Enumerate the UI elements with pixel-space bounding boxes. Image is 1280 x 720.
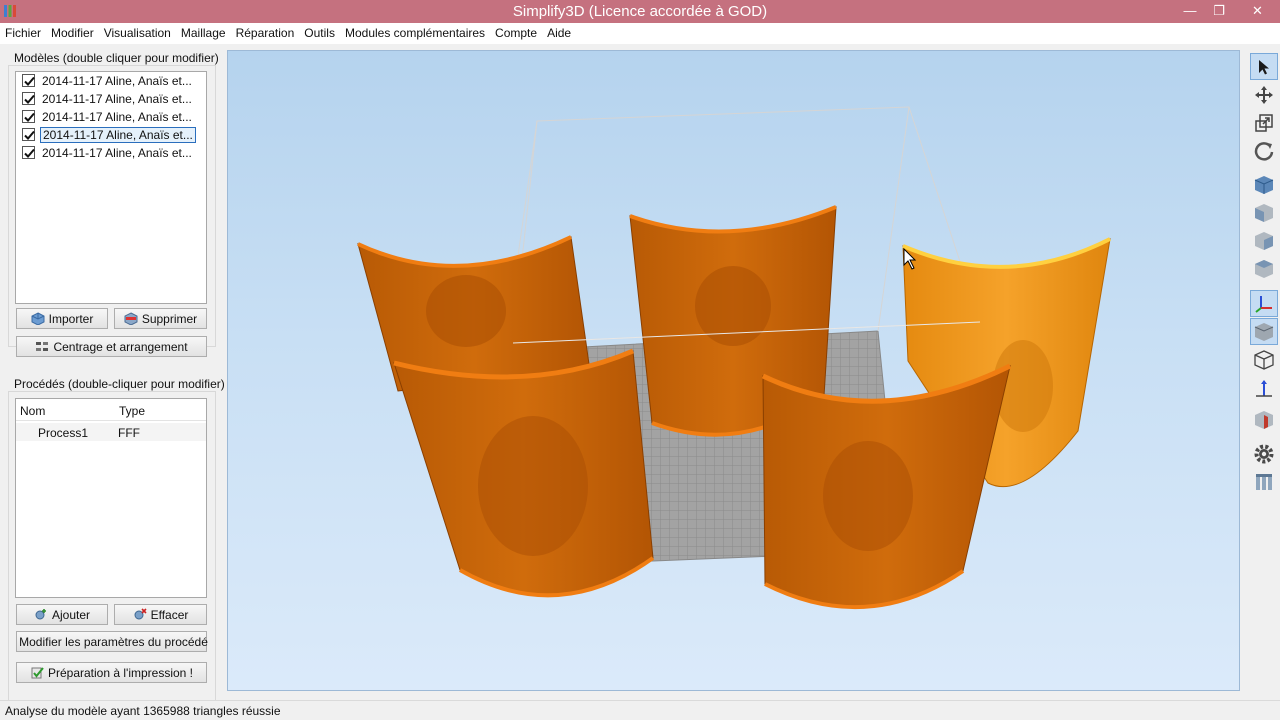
model-list-item[interactable]: 2014-11-17 Aline, Anaïs et... <box>22 72 194 89</box>
model-visibility-checkbox[interactable] <box>22 128 35 141</box>
process-name: Process1 <box>38 426 89 440</box>
select-tool-button[interactable] <box>1250 53 1278 80</box>
remove-process-button[interactable]: Effacer <box>114 604 207 625</box>
process-type: FFF <box>118 426 140 440</box>
close-button[interactable]: ✕ <box>1235 0 1280 23</box>
model-visibility-checkbox[interactable] <box>22 146 35 159</box>
prepare-print-label: Préparation à l'impression ! <box>47 665 194 680</box>
wireframe-view-button[interactable] <box>1250 346 1278 373</box>
menu-modules[interactable]: Modules complémentaires <box>340 23 490 44</box>
model-label: 2014-11-17 Aline, Anaïs et... <box>40 126 196 143</box>
add-process-label: Ajouter <box>51 607 91 622</box>
model-label: 2014-11-17 Aline, Anaïs et... <box>42 109 192 124</box>
view-default-icon <box>1254 175 1274 194</box>
model-list-item[interactable]: 2014-11-17 Aline, Anaïs et... <box>22 144 194 161</box>
select-icon <box>1259 59 1269 74</box>
normals-view-button[interactable] <box>1250 374 1278 401</box>
rotate-tool-button[interactable] <box>1250 137 1278 164</box>
menu-compte[interactable]: Compte <box>490 23 542 44</box>
center-arrange-label: Centrage et arrangement <box>53 339 188 354</box>
model-list-item[interactable]: 2014-11-17 Aline, Anaïs et... <box>22 108 194 125</box>
status-text: Analyse du modèle ayant 1365988 triangle… <box>5 704 281 718</box>
remove-process-label: Effacer <box>150 607 189 622</box>
add-process-button[interactable]: Ajouter <box>16 604 108 625</box>
import-button[interactable]: Importer <box>16 308 108 329</box>
menu-reparation[interactable]: Réparation <box>231 23 300 44</box>
axes-icon <box>1255 295 1272 313</box>
column-type-header[interactable]: Type <box>119 404 145 418</box>
processes-section-title: Procédés (double-cliquer pour modifier) <box>14 377 225 391</box>
model-panel[interactable] <box>393 348 655 598</box>
delete-icon <box>124 312 138 325</box>
scale-icon <box>1255 113 1273 132</box>
view-top-button[interactable] <box>1250 255 1278 282</box>
import-label: Importer <box>48 311 94 326</box>
toggle-axes-button[interactable] <box>1250 290 1278 317</box>
edit-process-label: Modifier les paramètres du procédé <box>19 634 208 649</box>
rotate-icon <box>1254 141 1274 161</box>
menu-aide[interactable]: Aide <box>542 23 576 44</box>
view-side-button[interactable] <box>1250 227 1278 254</box>
menu-bar: Fichier Modifier Visualisation Maillage … <box>0 23 1280 44</box>
edit-process-button[interactable]: Modifier les paramètres du procédé <box>16 631 208 652</box>
view-front-icon <box>1255 203 1273 222</box>
menu-visualisation[interactable]: Visualisation <box>99 23 176 44</box>
move-icon <box>1255 85 1273 104</box>
scale-tool-button[interactable] <box>1250 109 1278 136</box>
move-tool-button[interactable] <box>1250 81 1278 108</box>
model-visibility-checkbox[interactable] <box>22 110 35 123</box>
center-arrange-button[interactable]: Centrage et arrangement <box>16 336 207 357</box>
prepare-print-icon <box>31 667 44 679</box>
status-bar: Analyse du modèle ayant 1365988 triangle… <box>0 700 1280 720</box>
right-toolbar <box>1249 52 1279 502</box>
viewport-scene <box>357 106 1111 610</box>
menu-maillage[interactable]: Maillage <box>176 23 231 44</box>
import-icon <box>31 312 45 325</box>
add-process-icon <box>35 609 46 620</box>
minimize-button[interactable]: — <box>1175 0 1205 23</box>
delete-button[interactable]: Supprimer <box>114 308 207 329</box>
menu-outils[interactable]: Outils <box>299 23 340 44</box>
3d-viewport[interactable] <box>227 50 1240 691</box>
remove-process-icon <box>134 608 147 620</box>
processes-header: Nom Type <box>16 399 206 421</box>
cross-section-button[interactable] <box>1250 406 1278 433</box>
view-front-button[interactable] <box>1250 199 1278 226</box>
model-label: 2014-11-17 Aline, Anaïs et... <box>42 145 192 160</box>
left-panel: Modèles (double cliquer pour modifier) 2… <box>0 44 226 720</box>
window-title: Simplify3D (Licence accordée à GOD) <box>512 3 768 20</box>
arrange-icon <box>36 342 49 351</box>
menu-modifier[interactable]: Modifier <box>46 23 99 44</box>
title-bar: Simplify3D (Licence accordée à GOD) — ❐ … <box>0 0 1280 23</box>
model-list-item-selected[interactable]: 2014-11-17 Aline, Anaïs et... <box>22 126 196 143</box>
solid-view-button[interactable] <box>1250 318 1278 345</box>
model-visibility-checkbox[interactable] <box>22 92 35 105</box>
view-top-icon <box>1255 259 1273 278</box>
wireframe-view-icon <box>1254 349 1274 370</box>
model-label: 2014-11-17 Aline, Anaïs et... <box>42 91 192 106</box>
models-section-title: Modèles (double cliquer pour modifier) <box>14 51 219 65</box>
layers-button[interactable] <box>1250 468 1278 495</box>
model-list-item[interactable]: 2014-11-17 Aline, Anaïs et... <box>22 90 194 107</box>
menu-fichier[interactable]: Fichier <box>0 23 46 44</box>
view-side-icon <box>1255 231 1273 250</box>
normal-icon <box>1256 379 1272 397</box>
settings-icon <box>1254 444 1274 463</box>
prepare-print-button[interactable]: Préparation à l'impression ! <box>16 662 207 683</box>
model-panel[interactable] <box>761 363 1012 610</box>
delete-label: Supprimer <box>141 311 198 326</box>
process-row[interactable]: Process1 FFF <box>16 423 206 441</box>
model-visibility-checkbox[interactable] <box>22 74 35 87</box>
cross-section-icon <box>1255 410 1273 429</box>
model-panel[interactable] <box>357 235 591 392</box>
maximize-button[interactable]: ❐ <box>1204 0 1234 23</box>
view-default-button[interactable] <box>1250 171 1278 198</box>
layers-icon <box>1256 473 1272 490</box>
settings-button[interactable] <box>1250 440 1278 467</box>
column-name-header[interactable]: Nom <box>20 404 45 418</box>
model-label: 2014-11-17 Aline, Anaïs et... <box>42 73 192 88</box>
solid-view-icon <box>1254 322 1274 341</box>
